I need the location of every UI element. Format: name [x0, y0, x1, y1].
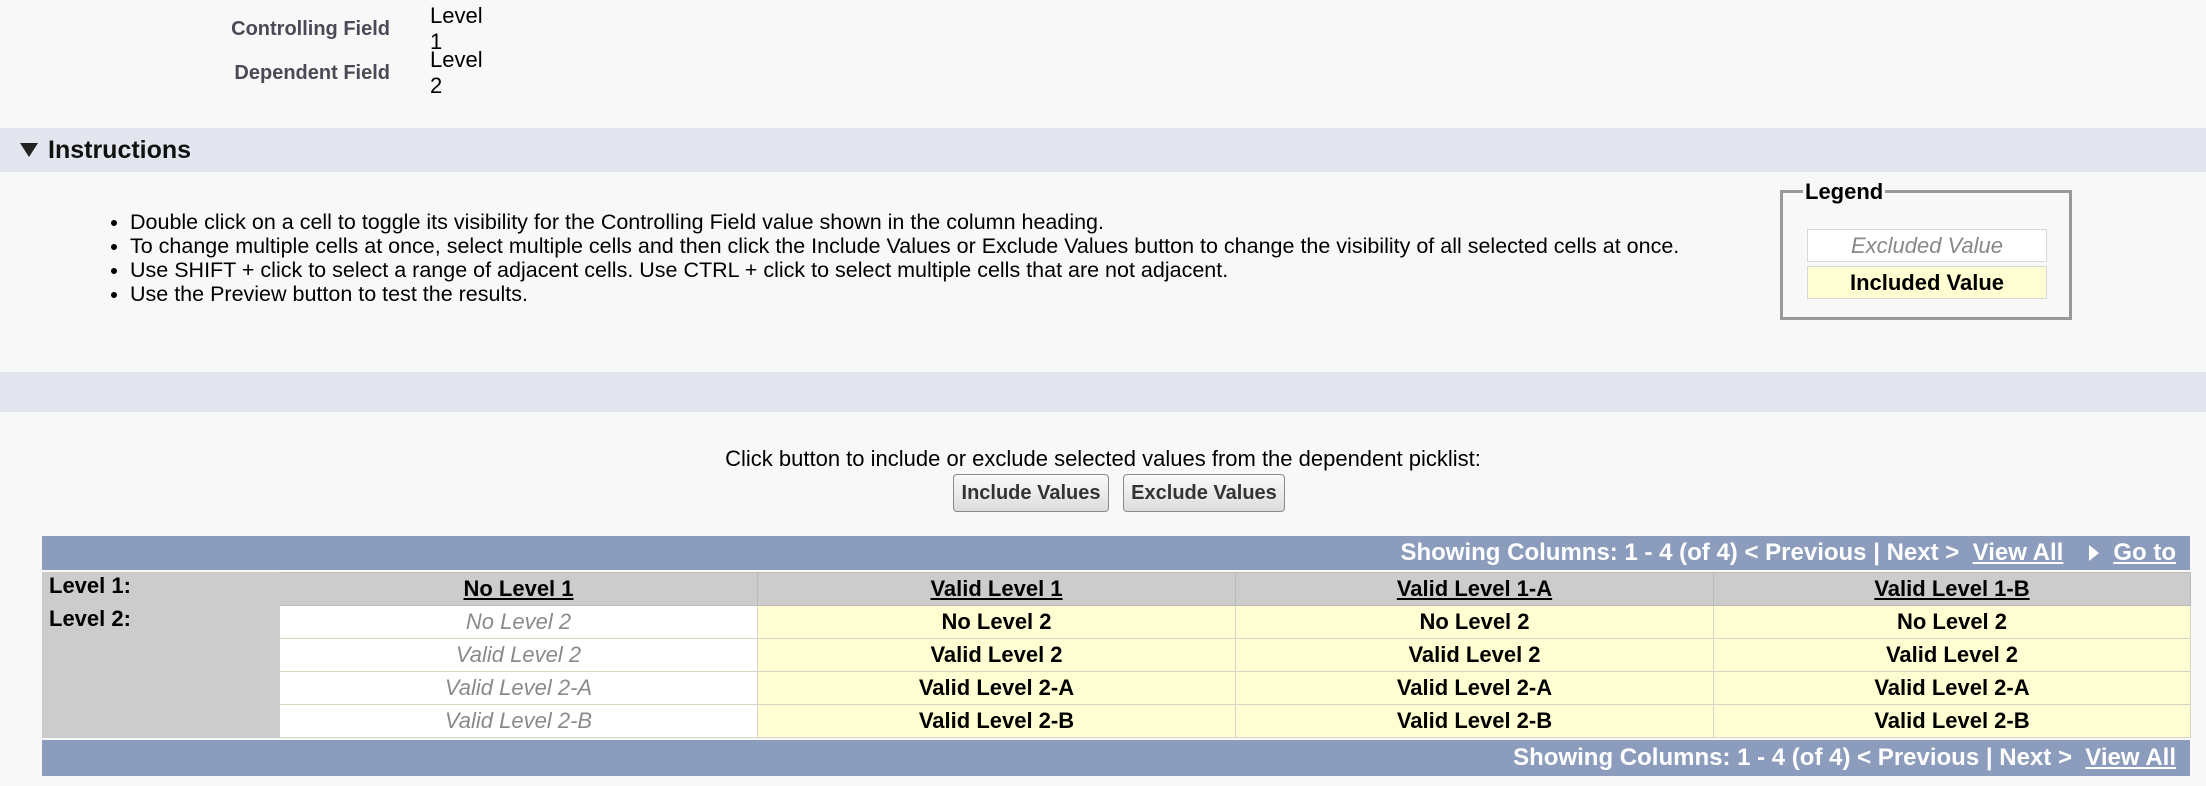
column-header[interactable]: Valid Level 1-A: [1235, 572, 1714, 606]
matrix-cell-included[interactable]: Valid Level 2-B: [1235, 704, 1714, 738]
matrix-row: Valid Level 2-B Valid Level 2-B Valid Le…: [43, 704, 2191, 738]
matrix-row: Level 2: No Level 2 No Level 2 No Level …: [42, 605, 2191, 738]
legend-title: Legend: [1803, 179, 1886, 204]
instruction-item: Use the Preview button to test the resul…: [130, 282, 1679, 306]
pager-showing-text: Showing Columns: 1 - 4 (of 4): [1513, 744, 1851, 771]
instruction-item: Double click on a cell to toggle its vis…: [130, 210, 1679, 234]
instruction-item: Use SHIFT + click to select a range of a…: [130, 258, 1679, 282]
matrix-row: Valid Level 2-A Valid Level 2-A Valid Le…: [43, 671, 2191, 705]
matrix-cell-included[interactable]: Valid Level 2-B: [1713, 704, 2191, 738]
matrix-cell-included[interactable]: No Level 2: [1235, 605, 1714, 639]
dependency-matrix: Level 1: No Level 1 Valid Level 1 Valid …: [42, 572, 2191, 738]
pager-view-all-link[interactable]: View All: [1973, 539, 2064, 567]
matrix-cell-included[interactable]: Valid Level 2: [1713, 638, 2191, 672]
instructions-list: Double click on a cell to toggle its vis…: [92, 210, 1679, 306]
include-values-button[interactable]: Include Values: [953, 474, 1109, 512]
exclude-values-button[interactable]: Exclude Values: [1123, 474, 1285, 512]
matrix-cell-included[interactable]: Valid Level 2-A: [1713, 671, 2191, 705]
collapse-triangle-icon[interactable]: [20, 143, 38, 157]
pager-bottom: Showing Columns: 1 - 4 (of 4) < Previous…: [42, 740, 2190, 776]
pager-separator: |: [1873, 539, 1880, 566]
matrix-cell-excluded[interactable]: Valid Level 2-A: [279, 671, 758, 705]
matrix-cell-excluded[interactable]: Valid Level 2: [279, 638, 758, 672]
level1-label: Level 1:: [42, 572, 280, 606]
pager-next-link[interactable]: Next >: [1887, 539, 1960, 567]
matrix-cell-included[interactable]: Valid Level 2-B: [757, 704, 1236, 738]
column-header-label[interactable]: Valid Level 1: [930, 576, 1062, 601]
pager-showing-text: Showing Columns: 1 - 4 (of 4): [1400, 539, 1738, 566]
instruction-item: To change multiple cells at once, select…: [130, 234, 1679, 258]
pager-view-all-link[interactable]: View All: [2085, 744, 2176, 772]
matrix-cell-included[interactable]: No Level 2: [757, 605, 1236, 639]
pager-separator: |: [1985, 744, 1993, 771]
column-header[interactable]: Valid Level 1-B: [1713, 572, 2191, 606]
matrix-cell-included[interactable]: Valid Level 2: [1235, 638, 1714, 672]
pager-previous-link[interactable]: < Previous: [1857, 744, 1979, 772]
go-to-triangle-icon: [2089, 545, 2100, 561]
pager-go-to-link[interactable]: Go to: [2113, 539, 2176, 567]
level2-label: Level 2:: [42, 605, 280, 738]
controlling-field-label: Controlling Field: [231, 17, 390, 40]
column-header[interactable]: No Level 1: [279, 572, 758, 606]
legend-included-value: Included Value: [1807, 266, 2047, 299]
matrix-cell-excluded[interactable]: No Level 2: [279, 605, 758, 639]
column-header-label[interactable]: Valid Level 1-B: [1874, 576, 2029, 601]
dependent-field-label: Dependent Field: [234, 61, 390, 84]
legend: Legend Excluded Value Included Value: [1780, 181, 2072, 320]
matrix-cell-included[interactable]: No Level 2: [1713, 605, 2191, 639]
column-header[interactable]: Valid Level 1: [757, 572, 1236, 606]
pager-top: Showing Columns: 1 - 4 (of 4) < Previous…: [42, 536, 2190, 570]
matrix-header-row: Level 1: No Level 1 Valid Level 1 Valid …: [42, 572, 2191, 606]
column-header-label[interactable]: Valid Level 1-A: [1397, 576, 1552, 601]
pager-next-link[interactable]: Next >: [1999, 744, 2072, 772]
matrix-cell-excluded[interactable]: Valid Level 2-B: [279, 704, 758, 738]
action-prompt: Click button to include or exclude selec…: [725, 446, 1481, 471]
matrix-row: Valid Level 2 Valid Level 2 Valid Level …: [43, 638, 2191, 672]
matrix-cell-included[interactable]: Valid Level 2-A: [1235, 671, 1714, 705]
column-header-label[interactable]: No Level 1: [463, 576, 573, 601]
pager-previous-link[interactable]: < Previous: [1744, 539, 1866, 567]
matrix-cell-included[interactable]: Valid Level 2-A: [757, 671, 1236, 705]
instructions-title: Instructions: [48, 135, 192, 164]
legend-excluded-value: Excluded Value: [1807, 229, 2047, 262]
section-divider: [0, 372, 2206, 412]
instructions-section-header[interactable]: Instructions: [0, 128, 2206, 172]
matrix-cell-included[interactable]: Valid Level 2: [757, 638, 1236, 672]
dependent-field-value: Level 2: [430, 47, 483, 98]
